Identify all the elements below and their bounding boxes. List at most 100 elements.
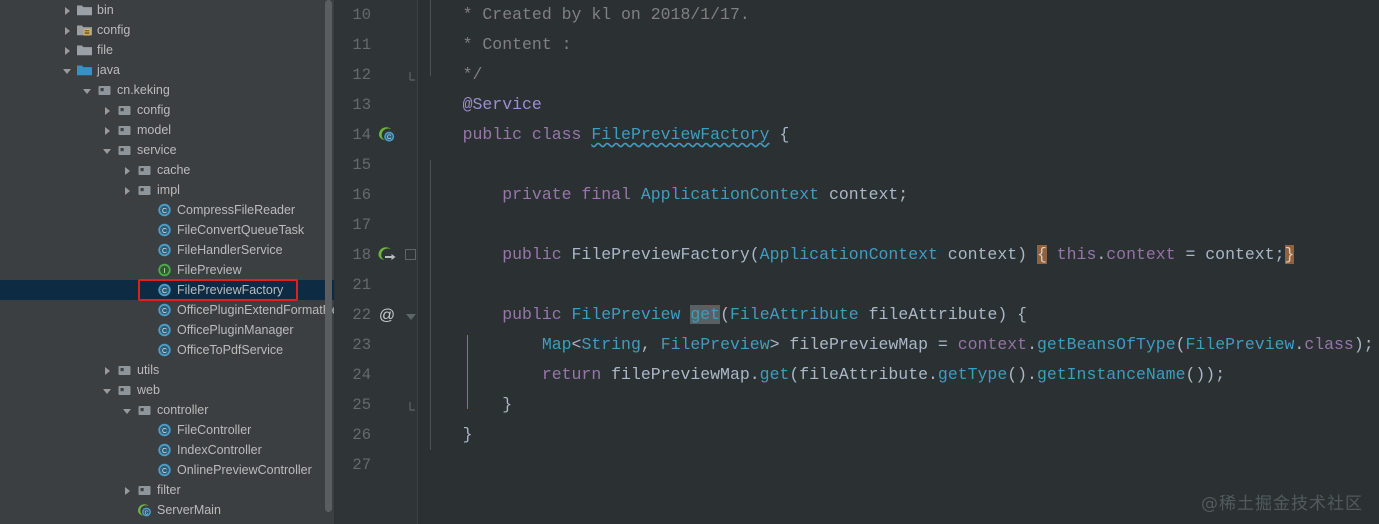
line-gutter[interactable]: 21 [335, 270, 418, 300]
chevron-right-icon[interactable] [122, 165, 133, 176]
chevron-right-icon[interactable] [62, 25, 73, 36]
tree-item[interactable]: C CompressFileReader [0, 200, 335, 220]
tree-item[interactable]: config [0, 20, 335, 40]
tree-item[interactable]: controller [0, 400, 335, 420]
code-line-text[interactable]: } [418, 390, 1379, 420]
tree-item[interactable] [0, 520, 335, 524]
code-line-text[interactable]: public class FilePreviewFactory { [418, 120, 1379, 150]
line-gutter[interactable]: 22 @ [335, 300, 418, 330]
code-line[interactable]: 25 } [335, 390, 1379, 420]
code-line-text[interactable]: return filePreviewMap.get(fileAttribute.… [418, 360, 1379, 390]
code-editor[interactable]: 10 * Created by kl on 2018/1/17. 11 * Con… [335, 0, 1379, 524]
tree-item[interactable]: C OfficeToPdfService [0, 340, 335, 360]
spring-bean-class-icon[interactable]: C [377, 125, 397, 145]
code-line-text[interactable]: private final ApplicationContext context… [418, 180, 1379, 210]
annotation-at-icon[interactable]: @ [377, 305, 397, 325]
code-line-text[interactable]: public FilePreview get(FileAttribute fil… [418, 300, 1379, 330]
tree-item[interactable]: C IndexController [0, 440, 335, 460]
chevron-down-icon[interactable] [102, 385, 113, 396]
tree-item[interactable]: C OfficePluginExtendFormatReg [0, 300, 335, 320]
sidebar-vertical-scrollbar[interactable] [325, 0, 332, 512]
code-line-text[interactable]: */ [418, 60, 1379, 90]
code-lines[interactable]: 10 * Created by kl on 2018/1/17. 11 * Con… [335, 0, 1379, 524]
line-gutter[interactable]: 13 [335, 90, 418, 120]
code-line-text[interactable]: } [418, 420, 1379, 450]
chevron-right-icon[interactable] [122, 485, 133, 496]
chevron-down-icon[interactable] [82, 85, 93, 96]
line-gutter[interactable]: 23 [335, 330, 418, 360]
line-gutter[interactable]: 11 [335, 30, 418, 60]
tree-item[interactable]: model [0, 120, 335, 140]
chevron-right-icon[interactable] [62, 45, 73, 56]
code-line-text[interactable]: public FilePreviewFactory(ApplicationCon… [418, 240, 1379, 270]
line-gutter[interactable]: 25 [335, 390, 418, 420]
tree-item[interactable]: utils [0, 360, 335, 380]
code-line-text[interactable]: @Service [418, 90, 1379, 120]
line-gutter[interactable]: 12 [335, 60, 418, 90]
tree-item[interactable]: file [0, 40, 335, 60]
code-line-text[interactable]: Map<String, FilePreview> filePreviewMap … [418, 330, 1379, 360]
project-tree[interactable]: bin config file java cn.keking config model ser… [0, 0, 335, 524]
code-line[interactable]: 10 * Created by kl on 2018/1/17. [335, 0, 1379, 30]
chevron-down-icon[interactable] [102, 145, 113, 156]
code-line[interactable]: 21 [335, 270, 1379, 300]
tree-item[interactable]: C ServerMain [0, 500, 335, 520]
code-line-text[interactable]: * Created by kl on 2018/1/17. [418, 0, 1379, 30]
chevron-right-icon[interactable] [102, 105, 113, 116]
line-gutter[interactable]: 17 [335, 210, 418, 240]
tree-item[interactable]: cache [0, 160, 335, 180]
line-gutter[interactable]: 24 [335, 360, 418, 390]
code-line[interactable]: 12 */ [335, 60, 1379, 90]
tree-item[interactable]: C FileHandlerService [0, 240, 335, 260]
tree-item-selected[interactable]: C FilePreviewFactory [0, 280, 335, 300]
project-tree-panel[interactable]: bin config file java cn.keking config model ser… [0, 0, 335, 524]
spring-bean-arrow-icon[interactable] [377, 245, 397, 265]
package-icon [136, 182, 153, 198]
line-gutter[interactable]: 10 [335, 0, 418, 30]
code-line[interactable]: 18 public FilePreviewFactory(Application… [335, 240, 1379, 270]
code-line-text[interactable]: * Content : [418, 30, 1379, 60]
code-line[interactable]: 17 [335, 210, 1379, 240]
code-line[interactable]: 11 * Content : [335, 30, 1379, 60]
code-line[interactable]: 22 @ public FilePreview get(FileAttribute… [335, 300, 1379, 330]
code-line[interactable]: 24 return filePreviewMap.get(fileAttribu… [335, 360, 1379, 390]
tree-item[interactable]: web [0, 380, 335, 400]
code-line[interactable]: 14 C public class FilePreviewFactory { [335, 120, 1379, 150]
code-token: ( [720, 305, 730, 324]
tree-item[interactable]: bin [0, 0, 335, 20]
line-gutter[interactable]: 16 [335, 180, 418, 210]
tree-item[interactable]: I FilePreview [0, 260, 335, 280]
tree-item[interactable]: java [0, 60, 335, 80]
chevron-down-icon[interactable] [62, 65, 73, 76]
chevron-right-icon[interactable] [122, 185, 133, 196]
chevron-right-icon[interactable] [102, 365, 113, 376]
line-gutter[interactable]: 14 C [335, 120, 418, 150]
line-gutter[interactable]: 26 [335, 420, 418, 450]
tree-item[interactable]: C FileConvertQueueTask [0, 220, 335, 240]
code-fold-fold-collapse-icon[interactable] [405, 309, 417, 321]
tree-item[interactable]: cn.keking [0, 80, 335, 100]
chevron-down-icon[interactable] [122, 405, 133, 416]
tree-item[interactable]: impl [0, 180, 335, 200]
chevron-right-icon[interactable] [102, 125, 113, 136]
line-gutter[interactable]: 15 [335, 150, 418, 180]
code-line[interactable]: 26 } [335, 420, 1379, 450]
tree-item[interactable]: filter [0, 480, 335, 500]
code-line[interactable]: 15 [335, 150, 1379, 180]
tree-item[interactable]: C OnlinePreviewController [0, 460, 335, 480]
line-gutter[interactable]: 18 [335, 240, 418, 270]
tree-item[interactable]: C OfficePluginManager [0, 320, 335, 340]
code-token: { [769, 125, 790, 144]
code-line[interactable]: 13 @Service [335, 90, 1379, 120]
code-fold-fold-end-icon[interactable] [405, 399, 417, 411]
tree-item[interactable]: C FileController [0, 420, 335, 440]
code-line[interactable]: 23 Map<String, FilePreview> filePreviewM… [335, 330, 1379, 360]
code-line[interactable]: 27 [335, 450, 1379, 480]
code-fold-fold-end-icon[interactable] [405, 69, 417, 81]
tree-item[interactable]: service [0, 140, 335, 160]
code-fold-fold-small-icon[interactable] [405, 249, 417, 261]
line-gutter[interactable]: 27 [335, 450, 418, 480]
chevron-right-icon[interactable] [62, 5, 73, 16]
tree-item[interactable]: config [0, 100, 335, 120]
code-line[interactable]: 16 private final ApplicationContext cont… [335, 180, 1379, 210]
